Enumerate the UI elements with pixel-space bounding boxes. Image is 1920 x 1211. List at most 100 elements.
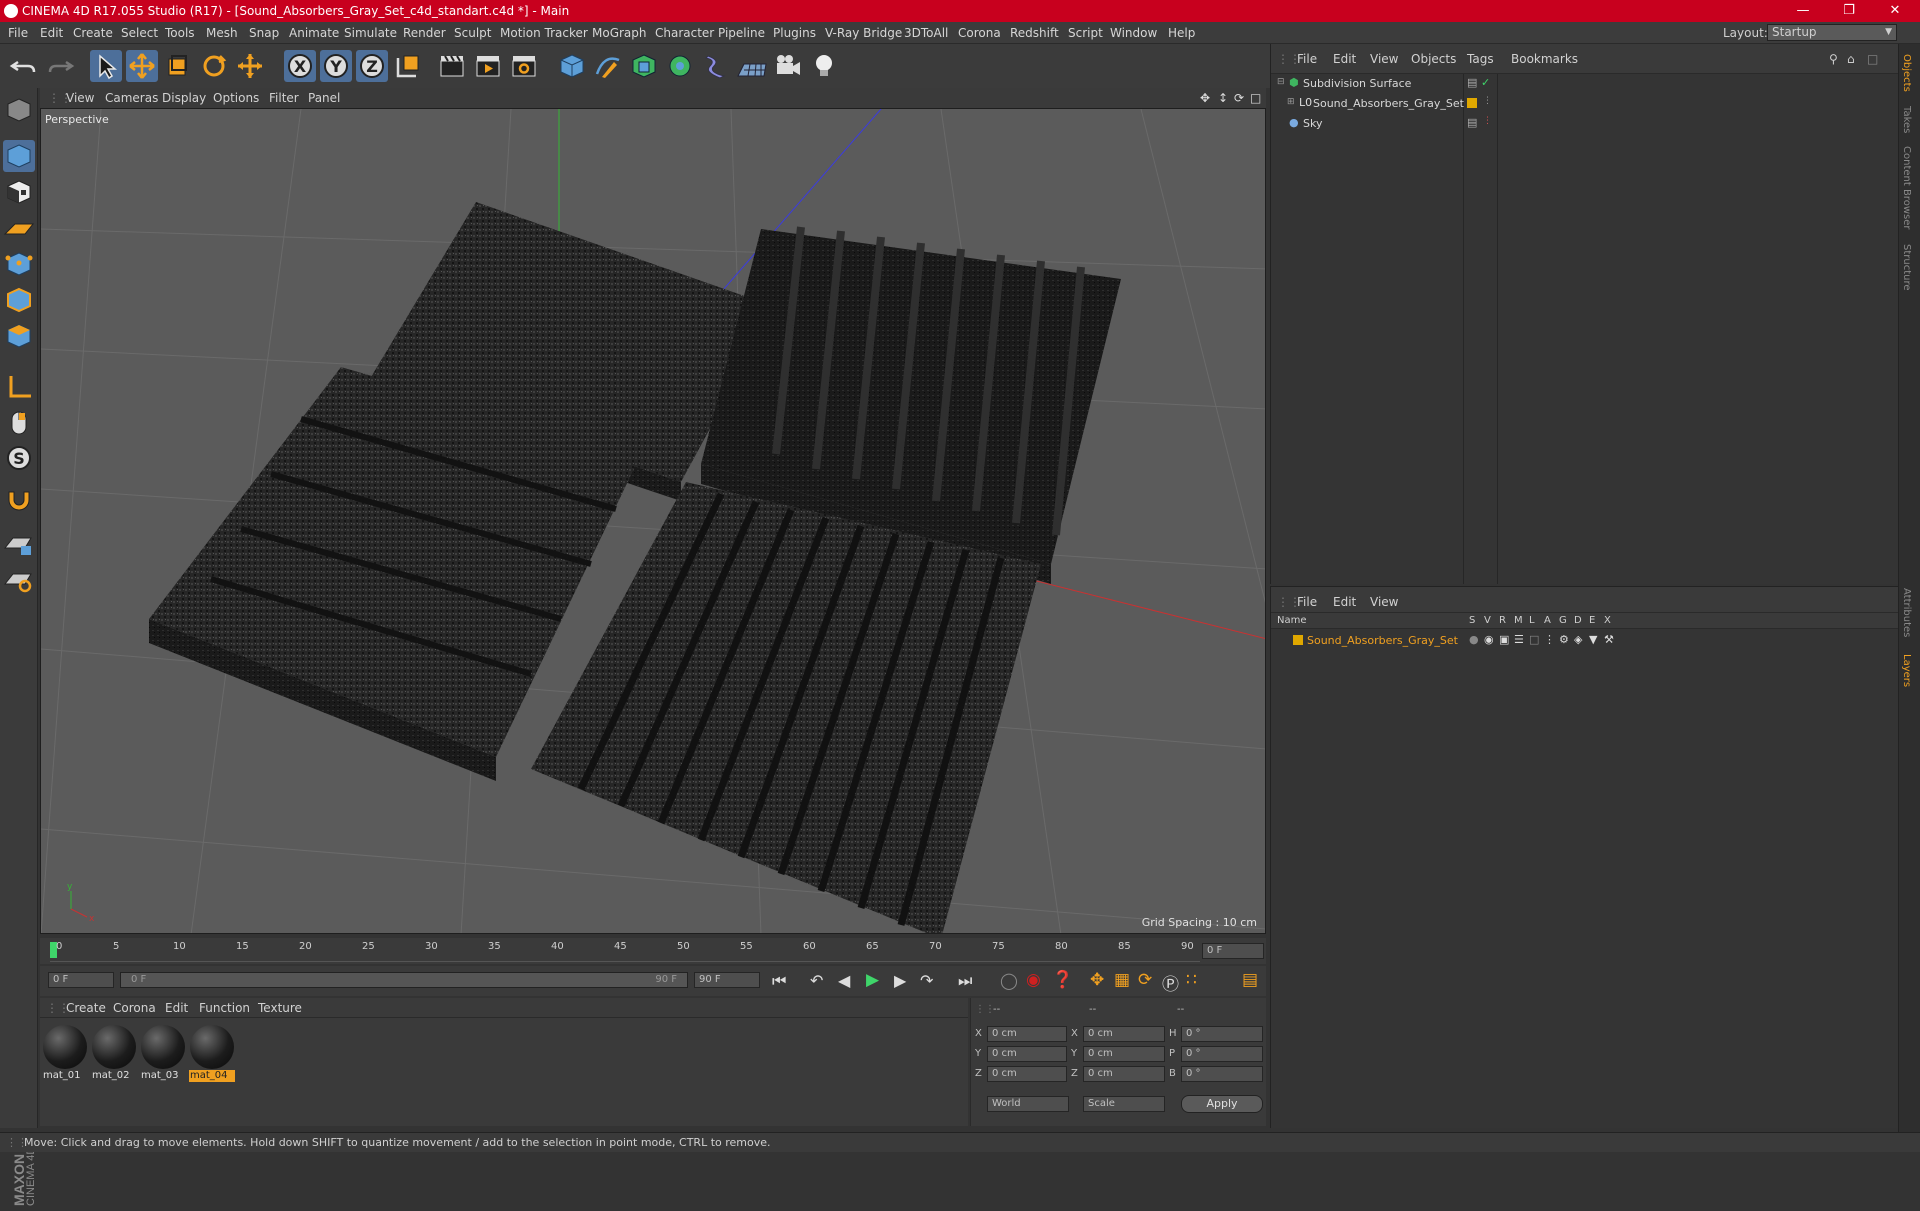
object-row-sound-absorbers[interactable]: ⊞ L0 Sound_Absorbers_Gray_Set ⋮ <box>1275 94 1895 114</box>
timeline-window-icon[interactable]: ▤ <box>1242 970 1258 990</box>
menu-edit[interactable]: Edit <box>40 26 63 40</box>
key-pla-icon[interactable]: ∷ <box>1186 970 1197 990</box>
layout-select[interactable]: Startup ▼ <box>1767 24 1897 41</box>
menu-tools[interactable]: Tools <box>165 26 195 40</box>
undo-button[interactable] <box>8 50 40 82</box>
menu-mesh[interactable]: Mesh <box>206 26 238 40</box>
menu-motion-tracker[interactable]: Motion Tracker <box>500 26 588 40</box>
apply-button[interactable]: Apply <box>1181 1095 1263 1113</box>
add-camera-button[interactable] <box>772 50 804 82</box>
record-icon[interactable]: ◉ <box>1026 970 1041 990</box>
size-z-field[interactable]: 0 cm <box>1083 1066 1165 1082</box>
render-icon[interactable]: ▣ <box>1499 633 1509 646</box>
material-menu-texture[interactable]: Texture <box>258 1001 302 1015</box>
material-menu-corona[interactable]: Corona <box>113 1001 156 1015</box>
menu-help[interactable]: Help <box>1168 26 1195 40</box>
tweak-mode-button[interactable] <box>3 406 35 438</box>
add-deformer-button[interactable] <box>700 50 732 82</box>
viewport-move-icon[interactable]: ✥ <box>1200 91 1210 105</box>
deformer-icon[interactable]: ◈ <box>1574 633 1582 646</box>
panel-float-icon[interactable]: □ <box>1867 52 1878 66</box>
pos-x-field[interactable]: 0 cm <box>987 1026 1067 1042</box>
layer-menu-view[interactable]: View <box>1370 595 1398 609</box>
next-key-icon[interactable]: ↷ <box>920 971 933 990</box>
search-icon[interactable]: ⚲ <box>1829 52 1838 66</box>
menu-file[interactable]: File <box>8 26 28 40</box>
workplane-rotate-button[interactable] <box>3 564 35 596</box>
add-cube-button[interactable] <box>556 50 588 82</box>
menu-render[interactable]: Render <box>403 26 446 40</box>
menu-3dtoall[interactable]: 3DToAll <box>904 26 948 40</box>
layer-menu-edit[interactable]: Edit <box>1333 595 1356 609</box>
viewport-rotate-icon[interactable]: ⟳ <box>1234 91 1244 105</box>
close-icon[interactable]: ✕ <box>1872 0 1918 22</box>
menu-simulate[interactable]: Simulate <box>344 26 397 40</box>
rotate-tool-button[interactable] <box>198 50 230 82</box>
object-menu-edit[interactable]: Edit <box>1333 52 1356 66</box>
visibility-icon[interactable]: ▤ <box>1467 116 1477 129</box>
viewport-menu-options[interactable]: Options <box>213 91 259 105</box>
menu-redshift[interactable]: Redshift <box>1010 26 1059 40</box>
object-menu-view[interactable]: View <box>1370 52 1398 66</box>
menu-animate[interactable]: Animate <box>289 26 339 40</box>
size-y-field[interactable]: 0 cm <box>1083 1046 1165 1062</box>
size-x-field[interactable]: 0 cm <box>1083 1026 1165 1042</box>
texture-mode-button[interactable] <box>3 176 35 208</box>
layer-color-icon[interactable] <box>1467 98 1477 108</box>
menu-snap[interactable]: Snap <box>249 26 279 40</box>
object-menu-tags[interactable]: Tags <box>1467 52 1494 66</box>
material-swatch-selected[interactable]: mat_04 <box>189 1024 235 1082</box>
menu-vray-bridge[interactable]: V-Ray Bridge <box>825 26 902 40</box>
key-parameter-icon[interactable]: Ⓟ <box>1162 970 1179 995</box>
viewport-menu-filter[interactable]: Filter <box>269 91 299 105</box>
object-row-sky[interactable]: ● Sky ▤ ⋮ <box>1275 114 1895 134</box>
object-menu-file[interactable]: File <box>1297 52 1317 66</box>
pos-z-field[interactable]: 0 cm <box>987 1066 1067 1082</box>
tab-takes[interactable]: Takes <box>1901 106 1912 133</box>
key-scale-icon[interactable]: ▦ <box>1114 970 1130 990</box>
viewport-menu-panel[interactable]: Panel <box>308 91 340 105</box>
add-spline-button[interactable] <box>592 50 624 82</box>
render-view-button[interactable] <box>436 50 468 82</box>
render-settings-button[interactable] <box>508 50 540 82</box>
viewport-menu-display[interactable]: Display <box>162 91 206 105</box>
end-frame-field[interactable]: 90 F <box>694 972 760 988</box>
enabled-check-icon[interactable]: ✓ <box>1481 76 1490 89</box>
redo-button[interactable] <box>44 50 76 82</box>
add-nurbs-button[interactable] <box>628 50 660 82</box>
tab-attributes[interactable]: Attributes <box>1901 588 1912 637</box>
menu-plugins[interactable]: Plugins <box>773 26 816 40</box>
material-swatch[interactable]: mat_02 <box>91 1024 137 1081</box>
add-floor-button[interactable] <box>736 50 768 82</box>
timeline-ruler[interactable]: 0 5 10 15 20 25 30 35 40 45 50 55 60 65 … <box>40 938 1266 964</box>
coordinate-system-button[interactable] <box>392 50 424 82</box>
object-row-subdivision[interactable]: ⊟ ⬢ Subdivision Surface ▤ ✓ <box>1275 74 1895 94</box>
viewport-menu-cameras[interactable]: Cameras <box>105 91 158 105</box>
menu-character[interactable]: Character <box>655 26 714 40</box>
workplane-mode-button[interactable] <box>3 212 35 244</box>
material-menu-function[interactable]: Function <box>199 1001 250 1015</box>
xref-icon[interactable]: ⚒ <box>1604 633 1614 646</box>
manager-icon[interactable]: ☰ <box>1514 633 1524 646</box>
keyframe-selection-icon[interactable]: ◯ <box>1000 971 1018 990</box>
add-light-button[interactable] <box>808 50 840 82</box>
visibility-dots-icon[interactable]: ⋮ <box>1483 116 1492 126</box>
viewport-maximize-icon[interactable]: □ <box>1250 91 1261 105</box>
render-picture-viewer-button[interactable] <box>472 50 504 82</box>
menu-window[interactable]: Window <box>1110 26 1157 40</box>
rot-b-field[interactable]: 0 ° <box>1181 1066 1263 1082</box>
layer-row[interactable]: Sound_Absorbers_Gray_Set ● ◉ ▣ ☰ □ ⋮ ⚙ ◈… <box>1275 631 1895 651</box>
menu-select[interactable]: Select <box>121 26 158 40</box>
axis-mode-button[interactable] <box>3 370 35 402</box>
menu-corona[interactable]: Corona <box>958 26 1001 40</box>
pos-y-field[interactable]: 0 cm <box>987 1046 1067 1062</box>
workplane-lock-button[interactable] <box>3 528 35 560</box>
snap-button[interactable]: S <box>3 442 35 474</box>
x-axis-button[interactable]: X <box>284 50 316 82</box>
solo-icon[interactable]: ● <box>1469 633 1479 646</box>
visibility-dots-icon[interactable]: ⋮ <box>1483 96 1492 106</box>
collapse-icon[interactable]: ⊟ <box>1277 77 1285 87</box>
model-mode-button[interactable] <box>3 140 35 172</box>
next-frame-icon[interactable]: ▶ <box>894 971 906 990</box>
add-array-button[interactable] <box>664 50 696 82</box>
